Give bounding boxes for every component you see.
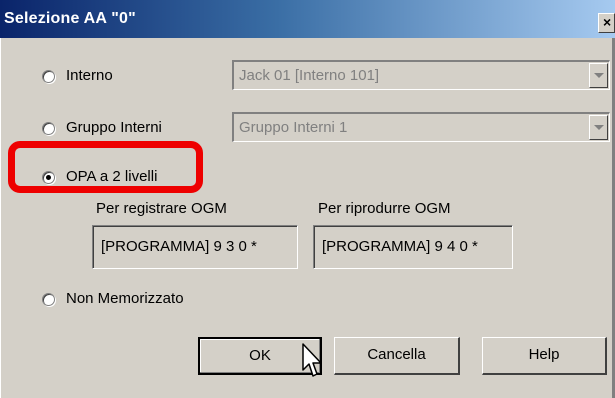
combo-gruppo-interni: Gruppo Interni 1 — [232, 112, 610, 142]
combo-interno: Jack 01 [Interno 101] — [232, 60, 610, 90]
field-record-ogm-value: [PROGRAMMA] 9 3 0 * — [101, 238, 257, 255]
cancel-button[interactable]: Cancella — [334, 337, 460, 375]
window-title: Selezione AA "0" — [4, 10, 136, 27]
title-bar[interactable]: Selezione AA "0" × — [0, 0, 615, 38]
label-non-memorizzato[interactable]: Non Memorizzato — [66, 290, 184, 307]
radio-non-memorizzato[interactable] — [42, 293, 55, 306]
dialog-window: Selezione AA "0" × Interno Jack 01 [Inte… — [0, 0, 615, 398]
chevron-down-icon — [589, 115, 608, 140]
close-button[interactable]: × — [598, 13, 615, 33]
mouse-pointer-icon — [302, 343, 322, 377]
label-record-ogm: Per registrare OGM — [96, 200, 227, 217]
red-highlight-annotation — [8, 141, 203, 193]
label-interno[interactable]: Interno — [66, 67, 113, 84]
field-play-ogm: [PROGRAMMA] 9 4 0 * — [313, 225, 513, 269]
combo-interno-value: Jack 01 [Interno 101] — [239, 67, 380, 84]
label-play-ogm: Per riprodurre OGM — [318, 200, 451, 217]
radio-interno[interactable] — [42, 70, 55, 83]
window-edge-left — [0, 38, 1, 398]
field-play-ogm-value: [PROGRAMMA] 9 4 0 * — [322, 238, 478, 255]
field-record-ogm: [PROGRAMMA] 9 3 0 * — [92, 225, 298, 269]
chevron-down-icon — [589, 63, 608, 88]
radio-gruppo-interni[interactable] — [42, 122, 55, 135]
label-gruppo-interni[interactable]: Gruppo Interni — [66, 119, 162, 136]
help-button[interactable]: Help — [482, 337, 607, 375]
combo-gruppo-interni-value: Gruppo Interni 1 — [239, 119, 348, 136]
close-icon: × — [603, 14, 612, 30]
